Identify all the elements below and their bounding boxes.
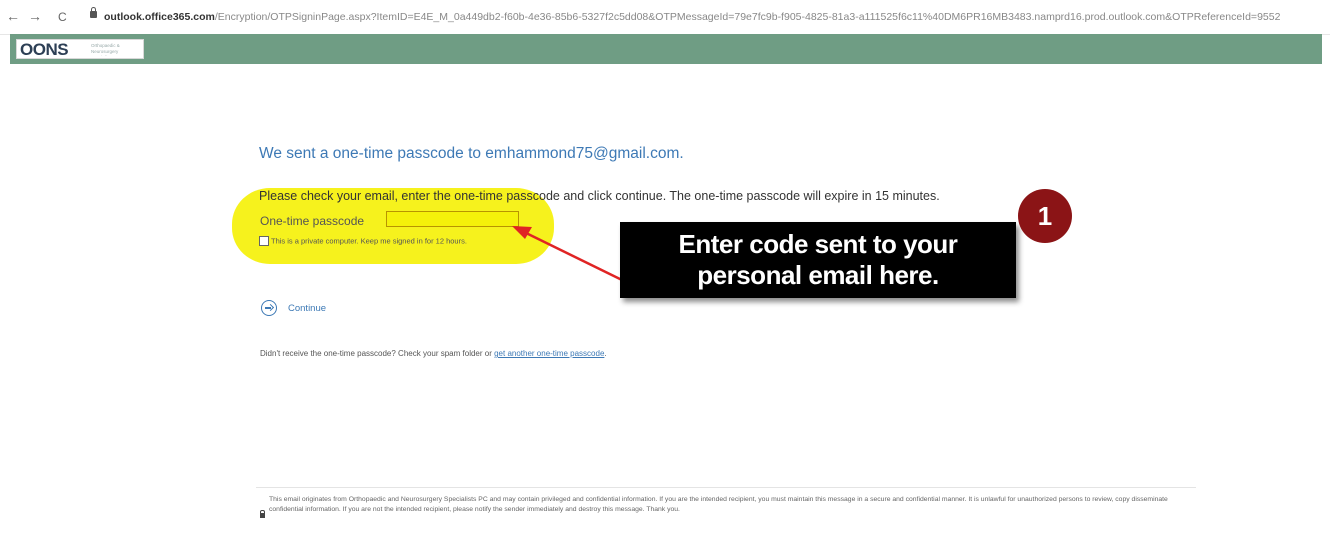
ons-logo: OONS Orthopaedic & Neurosurgery Speciali… [16, 39, 144, 59]
otp-input[interactable] [386, 211, 519, 227]
footer-disclaimer: This email originates from Orthopaedic a… [269, 496, 1168, 513]
forward-icon[interactable]: → [28, 9, 42, 23]
url-path: /Encryption/OTPSigninPage.aspx?ItemID=E4… [214, 11, 1281, 23]
logo-text: OONS [20, 40, 69, 59]
keep-signed-in-row[interactable]: This is a private computer. Keep me sign… [259, 236, 467, 247]
callout-line-2: personal email here. [697, 260, 939, 290]
resend-text: Didn't receive the one-time passcode? Ch… [260, 349, 495, 358]
get-another-passcode-link[interactable]: get another one-time passcode [494, 349, 604, 358]
arrow-circle-icon [261, 300, 277, 316]
browser-toolbar: ← → C outlook.office365.com/Encryption/O… [0, 0, 1330, 35]
callout-line-1: Enter code sent to your [678, 229, 958, 259]
instructions-text: Please check your email, enter the one-t… [259, 189, 940, 203]
keep-signed-in-label: This is a private computer. Keep me sign… [271, 236, 467, 246]
address-bar[interactable]: outlook.office365.com/Encryption/OTPSign… [104, 10, 1319, 24]
keep-signed-in-checkbox[interactable] [259, 236, 269, 247]
reload-icon[interactable]: C [58, 10, 67, 24]
footer-divider [256, 487, 1196, 488]
continue-label: Continue [288, 302, 327, 314]
page-title: We sent a one-time passcode to emhammond… [259, 145, 684, 162]
logo-subtext: Orthopaedic & Neurosurgery Specialists [91, 43, 120, 56]
back-icon[interactable]: ← [6, 9, 20, 23]
otp-label: One-time passcode [260, 214, 365, 228]
instruction-callout: Enter code sent to your personal email h… [620, 222, 1016, 298]
url-host: outlook.office365.com [104, 11, 215, 23]
resend-row: Didn't receive the one-time passcode? Ch… [260, 349, 607, 358]
resend-end: . [604, 349, 607, 358]
step-badge: 1 [1018, 189, 1072, 243]
lock-icon [90, 7, 97, 18]
footer-lock-icon [260, 510, 265, 518]
page-header: OONS Orthopaedic & Neurosurgery Speciali… [10, 34, 1322, 64]
continue-button[interactable]: Continue [261, 298, 326, 318]
